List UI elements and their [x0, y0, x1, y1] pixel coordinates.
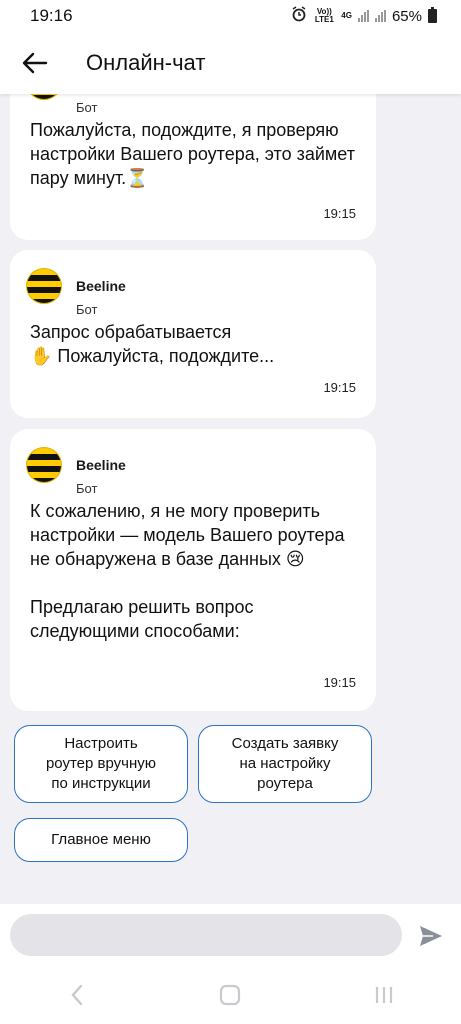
alarm-icon	[291, 6, 307, 26]
message-composer	[0, 904, 461, 966]
network-type: 4G	[341, 11, 352, 20]
recents-icon	[376, 987, 393, 1003]
message-bubble: Бот Пожалуйста, подождите, я проверяю на…	[10, 94, 376, 240]
message-bubble: Beeline Бот Запрос обрабатывается ✋ Пожа…	[10, 250, 376, 418]
arrow-left-icon	[22, 52, 48, 74]
quick-reply-manual-setup[interactable]: Настроить роутер вручную по инструкции	[14, 725, 188, 803]
nav-home-button[interactable]	[200, 975, 260, 1015]
page-title: Онлайн-чат	[86, 50, 206, 75]
chat-area[interactable]: Бот Пожалуйста, подождите, я проверяю на…	[0, 94, 461, 904]
send-icon	[420, 926, 442, 946]
beeline-logo-icon	[26, 94, 62, 100]
message-sender: Beeline	[26, 268, 126, 304]
message-sender-name: Beeline	[76, 278, 126, 294]
battery-level: 65%	[391, 7, 422, 25]
quick-reply-create-request[interactable]: Создать заявку на настройку роутера	[198, 725, 372, 803]
volte-indicator: Vo)) LTE1	[314, 7, 334, 24]
message-sender-role: Бот	[76, 481, 98, 496]
message-text: Пожалуйста, подождите, я проверяю настро…	[30, 120, 355, 188]
message-time: 19:15	[323, 675, 356, 690]
signal-2-icon	[374, 10, 386, 22]
send-button[interactable]	[418, 923, 444, 949]
back-button[interactable]	[0, 32, 70, 94]
message-sender-role: Бот	[76, 100, 98, 115]
message-text: Запрос обрабатывается ✋ Пожалуйста, подо…	[30, 322, 275, 366]
message-sender: Beeline	[26, 447, 126, 483]
nav-recents-button[interactable]	[354, 975, 414, 1015]
quick-reply-main-menu[interactable]: Главное меню	[14, 818, 188, 862]
status-time: 19:16	[30, 6, 73, 25]
signal-icon	[357, 10, 369, 22]
message-text: К сожалению, я не могу проверить настрой…	[30, 501, 345, 641]
home-icon	[220, 984, 241, 1006]
beeline-logo-icon	[26, 447, 62, 483]
battery-icon	[428, 7, 437, 23]
chevron-left-icon	[71, 984, 83, 1006]
status-bar: 19:16 Vo)) LTE1 4G 65%	[0, 0, 461, 32]
message-time: 19:15	[323, 380, 356, 395]
system-nav-bar	[0, 966, 461, 1024]
message-bubble: Beeline Бот К сожалению, я не могу прове…	[10, 429, 376, 711]
beeline-logo-icon	[26, 268, 62, 304]
message-sender-role: Бот	[76, 302, 98, 317]
nav-back-button[interactable]	[47, 975, 107, 1015]
message-input[interactable]	[10, 914, 402, 956]
app-header: Онлайн-чат	[0, 32, 461, 94]
message-sender-name: Beeline	[76, 457, 126, 473]
message-time: 19:15	[323, 206, 356, 221]
status-icons: Vo)) LTE1 4G 65%	[291, 6, 437, 26]
